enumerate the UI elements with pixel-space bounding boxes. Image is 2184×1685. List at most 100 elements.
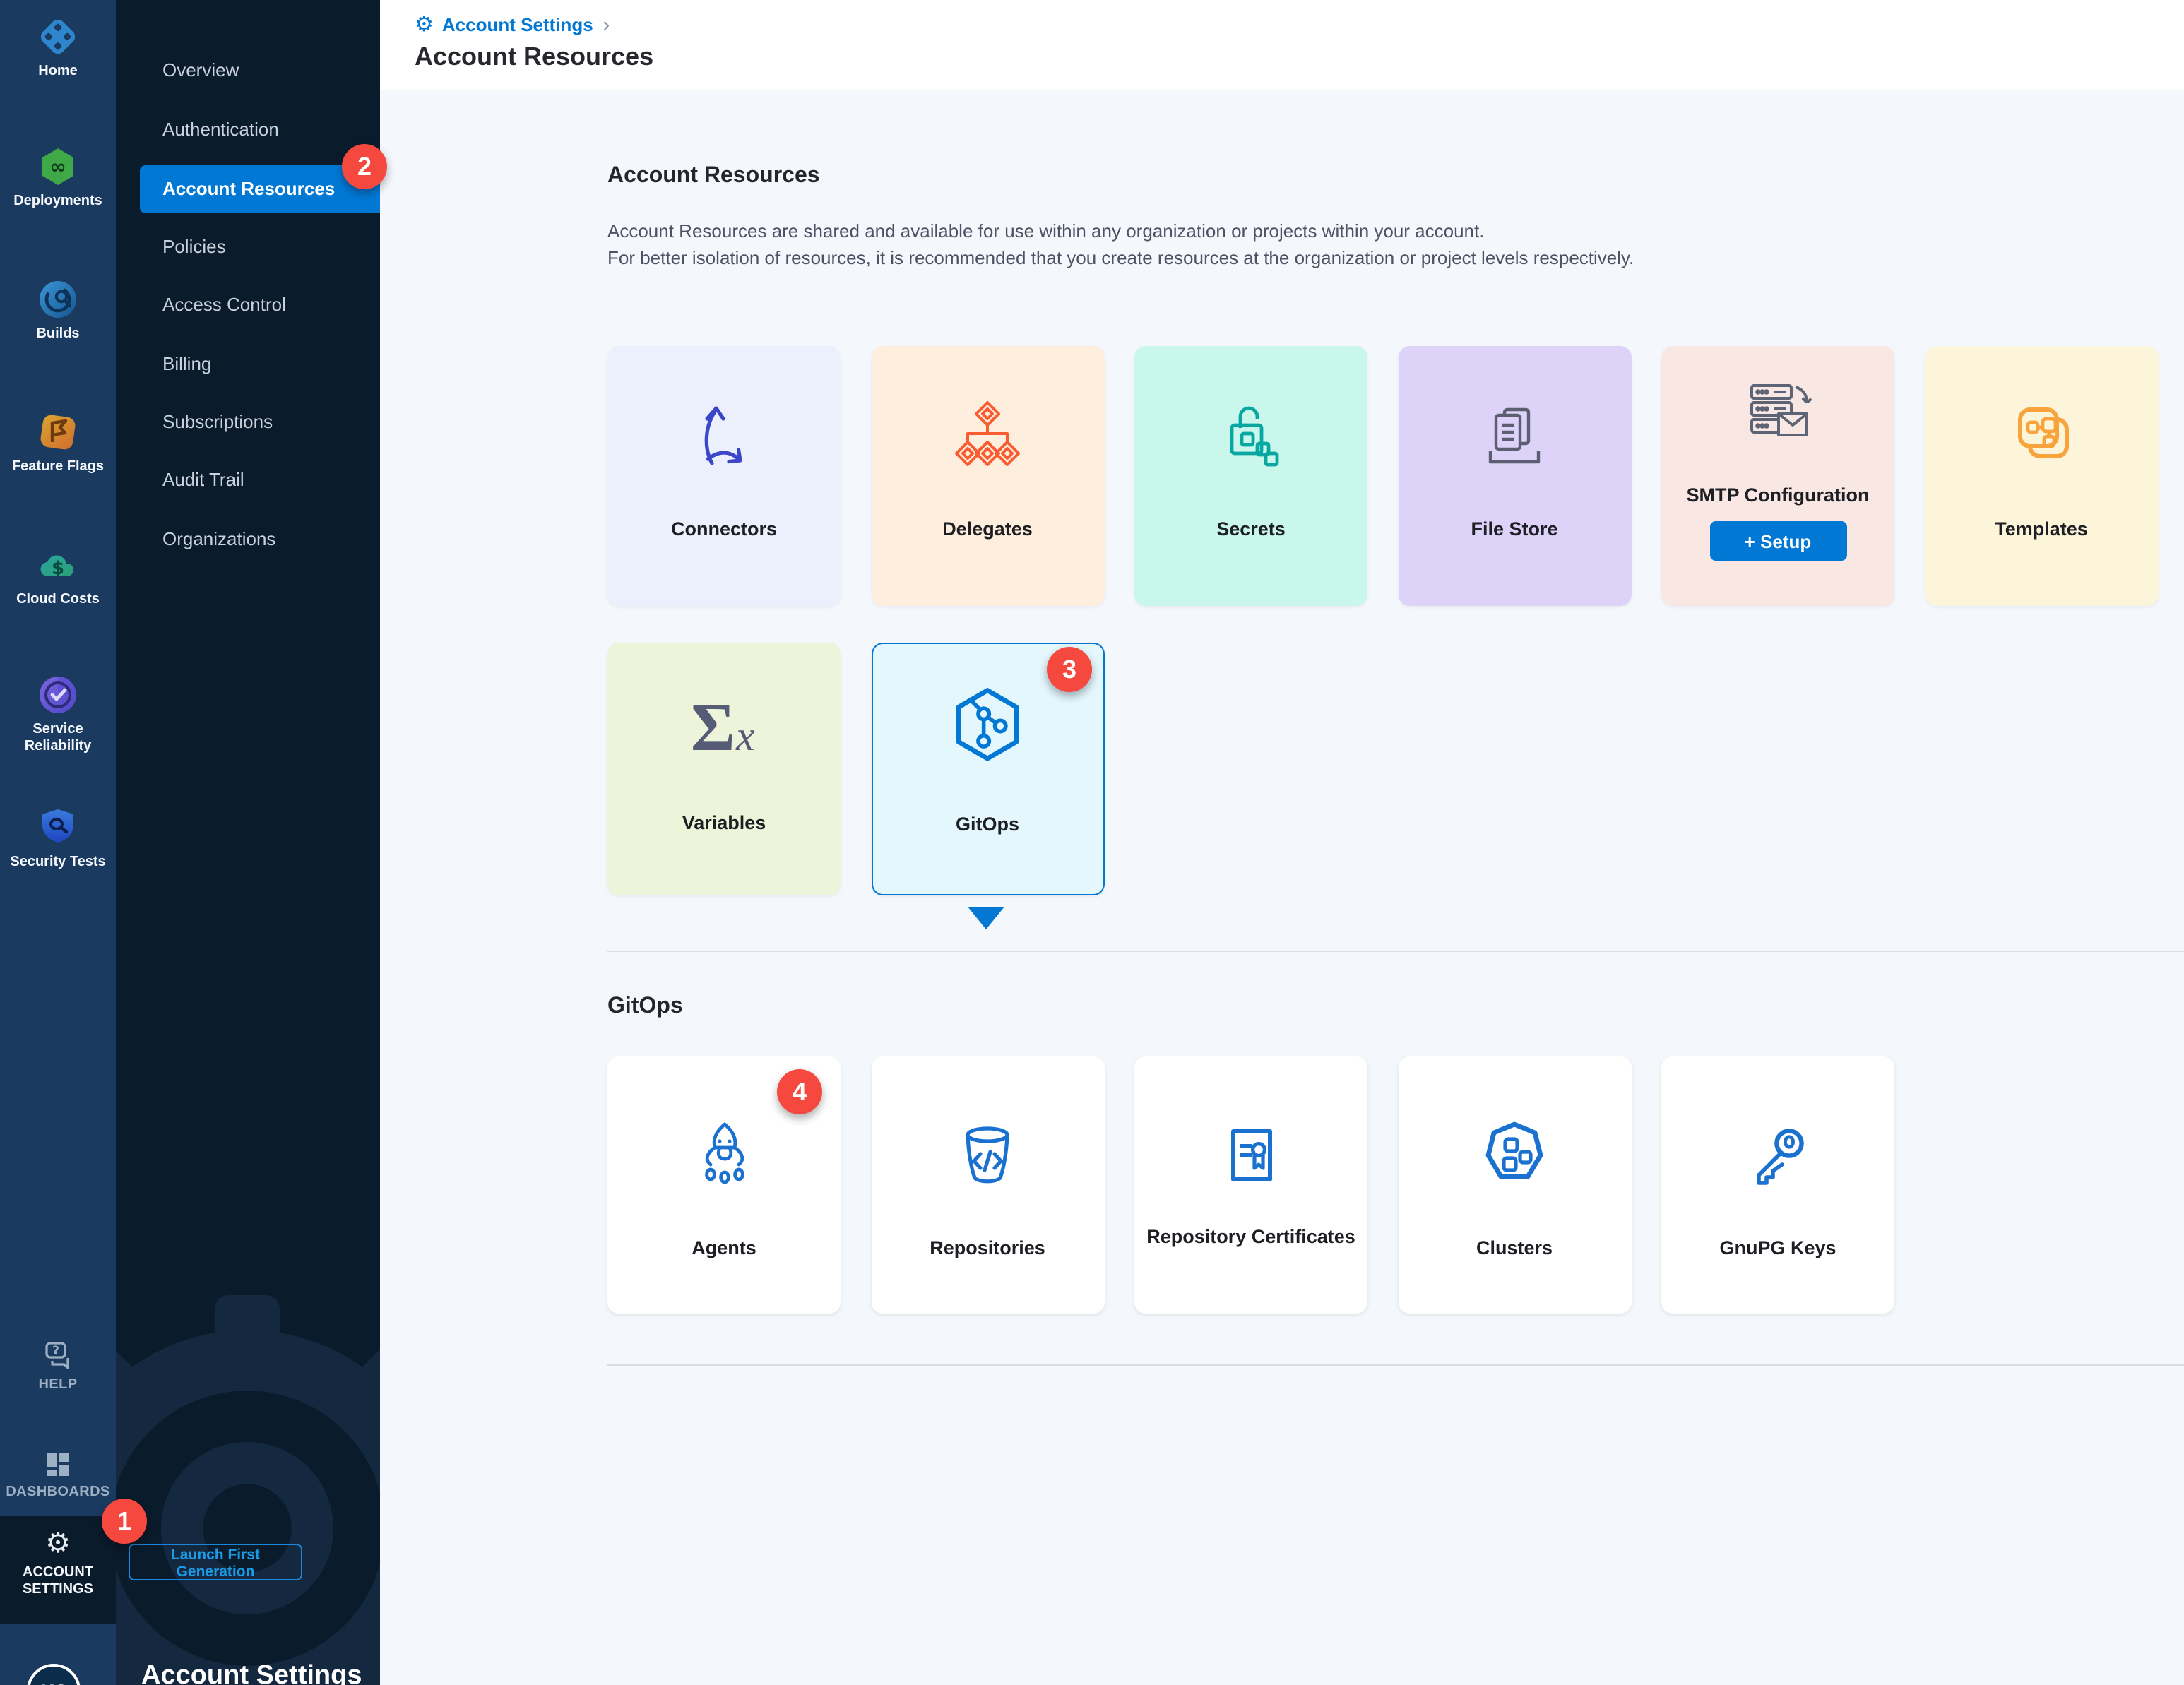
card-variables[interactable]: Σ x Variables xyxy=(607,643,841,895)
card-label: Templates xyxy=(1933,518,2149,540)
gear-icon: ⚙ xyxy=(0,1528,116,1559)
card-label: SMTP Configuration xyxy=(1670,484,1886,506)
card-label: Variables xyxy=(616,812,832,833)
main-content: Account Resources Account Resources are … xyxy=(379,90,2184,1685)
svg-text:?: ? xyxy=(52,1344,59,1358)
gitops-icon xyxy=(872,684,1103,768)
card-label: Secrets xyxy=(1143,518,1359,540)
gitops-pointer-triangle-icon xyxy=(968,907,1004,929)
module-rail: Home ∞ Deployments xyxy=(0,0,116,1685)
rail-item-label: Cloud Costs xyxy=(0,592,116,609)
rail-item-deployments[interactable]: ∞ Deployments xyxy=(0,144,116,210)
svg-text:Σ: Σ xyxy=(690,689,735,764)
breadcrumb[interactable]: ⚙ Account Settings › xyxy=(415,13,610,35)
rail-item-label: Service Reliability xyxy=(0,722,116,756)
section-description: Account Resources are shared and availab… xyxy=(607,218,1634,271)
gitops-section-title: GitOps xyxy=(607,994,683,1020)
clusters-icon xyxy=(1398,1116,1631,1195)
card-secrets[interactable]: Secrets xyxy=(1134,346,1367,606)
page-title: Account Resources xyxy=(415,42,653,72)
annotation-badge-2: 2 xyxy=(342,144,387,189)
delegates-icon xyxy=(871,397,1104,476)
dashboards-icon xyxy=(42,1449,73,1480)
section-title: Account Resources xyxy=(607,164,820,189)
home-icon xyxy=(35,14,81,59)
card-label: Agents xyxy=(616,1237,832,1258)
builds-icon xyxy=(35,277,81,322)
annotation-badge-4: 4 xyxy=(777,1069,822,1114)
rail-item-label: Feature Flags xyxy=(0,459,116,476)
settings-sidebar: Overview Authentication Account Resource… xyxy=(116,0,379,1685)
sidebar-item-authentication[interactable]: Authentication xyxy=(116,106,379,154)
smtp-setup-button[interactable]: + Setup xyxy=(1709,521,1846,561)
card-clusters[interactable]: Clusters xyxy=(1398,1056,1631,1314)
sidebar-item-subscriptions[interactable]: Subscriptions xyxy=(116,398,379,446)
card-gnupg-keys[interactable]: GnuPG Keys xyxy=(1661,1056,1894,1314)
rail-item-home[interactable]: Home xyxy=(0,14,116,81)
description-line: For better isolation of resources, it is… xyxy=(607,244,1634,271)
rail-item-builds[interactable]: Builds xyxy=(0,277,116,343)
rail-item-label: Builds xyxy=(0,326,116,343)
card-label: GnuPG Keys xyxy=(1670,1237,1886,1258)
card-repository-certificates[interactable]: Repository Certificates xyxy=(1134,1056,1367,1314)
sidebar-item-policies[interactable]: Policies xyxy=(116,223,379,271)
rail-item-label: HELP xyxy=(0,1377,116,1394)
sidebar-footer-title: Account Settings xyxy=(141,1661,362,1685)
card-label: Repository Certificates xyxy=(1143,1223,1359,1250)
connectors-icon xyxy=(607,397,841,476)
card-label: File Store xyxy=(1406,518,1622,540)
templates-icon xyxy=(1925,397,2158,476)
rail-item-label: Home xyxy=(0,64,116,81)
card-label: Connectors xyxy=(616,518,832,540)
gear-watermark-icon xyxy=(116,1295,379,1685)
feature-flags-icon xyxy=(35,410,81,455)
agents-squid-icon xyxy=(607,1116,841,1195)
sidebar-item-audit-trail[interactable]: Audit Trail xyxy=(116,456,379,504)
file-store-icon xyxy=(1398,397,1631,476)
help-icon: ? xyxy=(41,1339,75,1373)
certificate-icon xyxy=(1134,1116,1367,1195)
rail-item-account-settings[interactable]: ⚙ ACCOUNT SETTINGS xyxy=(0,1516,116,1624)
rail-item-label: DASHBOARDS xyxy=(0,1484,116,1501)
rail-item-service-reliability[interactable]: Service Reliability xyxy=(0,672,116,756)
launch-first-generation-button[interactable]: Launch First Generation xyxy=(129,1544,302,1580)
svg-text:∞: ∞ xyxy=(49,155,66,179)
card-templates[interactable]: Templates xyxy=(1925,346,2158,606)
rail-item-label: Deployments xyxy=(0,193,116,210)
card-file-store[interactable]: File Store xyxy=(1398,346,1631,606)
cloud-costs-icon: $ xyxy=(35,542,81,588)
rail-item-cloud-costs[interactable]: $ Cloud Costs xyxy=(0,542,116,609)
smtp-server-mail-icon xyxy=(1661,374,1894,453)
svg-text:$: $ xyxy=(52,558,64,579)
service-reliability-icon xyxy=(35,672,81,718)
rail-item-label: Security Tests xyxy=(0,855,116,871)
sidebar-item-billing[interactable]: Billing xyxy=(116,340,379,388)
breadcrumb-link[interactable]: Account Settings xyxy=(442,13,593,35)
card-connectors[interactable]: Connectors xyxy=(607,346,841,606)
rail-item-feature-flags[interactable]: Feature Flags xyxy=(0,410,116,476)
page-header: ⚙ Account Settings › Account Resources xyxy=(379,0,2184,90)
breadcrumb-separator: › xyxy=(603,13,610,35)
section-divider xyxy=(607,951,2184,952)
annotation-badge-1: 1 xyxy=(102,1499,147,1544)
sidebar-item-overview[interactable]: Overview xyxy=(116,47,379,95)
security-tests-icon xyxy=(35,805,81,850)
card-delegates[interactable]: Delegates xyxy=(871,346,1104,606)
key-icon xyxy=(1661,1116,1894,1195)
rail-item-help[interactable]: ? HELP xyxy=(0,1339,116,1394)
rail-item-label: ACCOUNT SETTINGS xyxy=(0,1565,116,1599)
resource-cards-row-2: Σ x Variables GitOp xyxy=(607,643,1104,895)
repositories-bucket-icon xyxy=(871,1116,1104,1195)
secrets-lock-icon xyxy=(1134,397,1367,476)
card-repositories[interactable]: Repositories xyxy=(871,1056,1104,1314)
card-smtp-configuration[interactable]: SMTP Configuration + Setup xyxy=(1661,346,1894,606)
sidebar-item-organizations[interactable]: Organizations xyxy=(116,515,379,563)
resource-cards-row-1: Connectors Delegates xyxy=(607,346,2158,606)
section-divider xyxy=(607,1364,2184,1366)
sidebar-item-access-control[interactable]: Access Control xyxy=(116,281,379,329)
rail-item-security-tests[interactable]: Security Tests xyxy=(0,805,116,871)
variables-sigma-icon: Σ x xyxy=(607,685,841,764)
user-avatar[interactable]: MC xyxy=(27,1664,81,1685)
annotation-badge-3: 3 xyxy=(1047,647,1092,692)
rail-item-dashboards[interactable]: DASHBOARDS xyxy=(0,1449,116,1501)
